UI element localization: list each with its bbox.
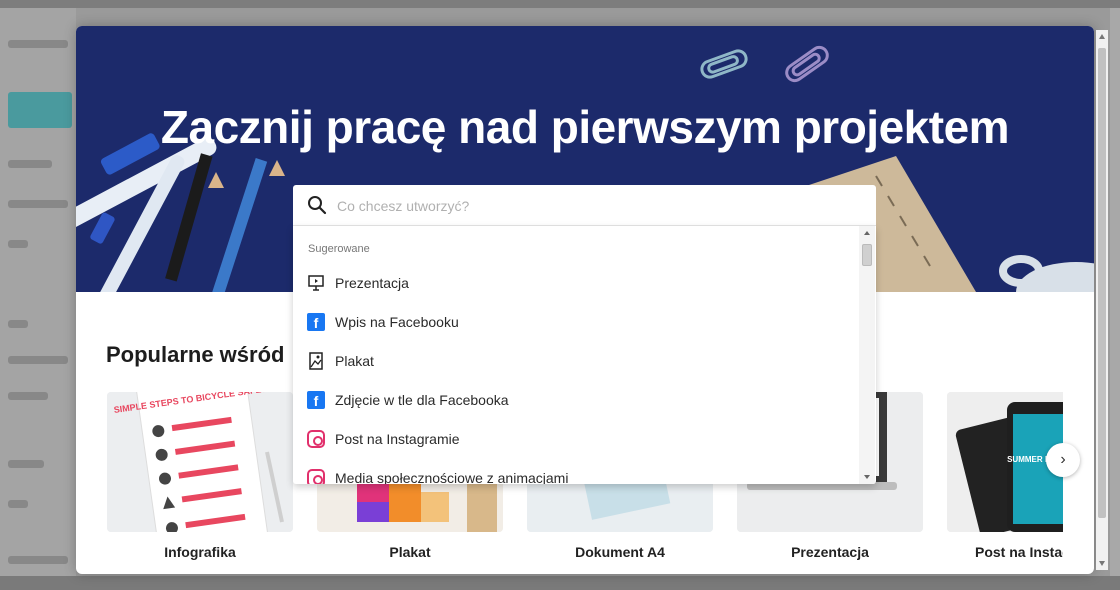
suggestion-item-animated-social[interactable]: Media społecznościowe z animacjami (293, 461, 858, 484)
instagram-icon (307, 430, 325, 448)
background-blur-line (8, 160, 52, 168)
presentation-icon (308, 275, 324, 291)
infographic-thumbnail: SIMPLE STEPS TO BICYCLE SAFETY (107, 392, 293, 532)
background-blur-line (8, 556, 68, 564)
background-blur-line (8, 320, 28, 328)
instagram-icon (307, 469, 325, 484)
scroll-down-arrow-icon[interactable] (864, 475, 870, 479)
background-button (8, 92, 72, 128)
card-label: Plakat (389, 544, 431, 560)
popular-section-title: Popularne wśród (106, 342, 285, 367)
suggestion-item-facebook-cover[interactable]: f Zdjęcie w tle dla Facebooka (293, 383, 858, 419)
search-icon (308, 196, 327, 215)
background-blur-line (8, 356, 68, 364)
search-box[interactable] (293, 185, 876, 226)
background-blur-line (8, 200, 68, 208)
background-right-edge (1110, 8, 1120, 590)
card-label: Prezentacja (791, 544, 869, 560)
background-topbar (0, 0, 1120, 8)
facebook-icon: f (307, 313, 325, 331)
suggestion-item-instagram-post[interactable]: Post na Instagramie (293, 422, 858, 458)
suggestions-heading: Sugerowane (308, 243, 370, 255)
facebook-icon: f (307, 391, 325, 409)
hero-title: Zacznij pracę nad pierwszym projektem (160, 101, 1010, 153)
card-label: Dokument A4 (575, 544, 665, 560)
card-label: Post na Instagramie (975, 544, 1063, 560)
modal-scrollbar-thumb[interactable] (1098, 48, 1106, 518)
suggestion-label: Plakat (335, 353, 374, 369)
scroll-up-arrow-icon[interactable] (864, 231, 870, 235)
dropdown-scrollbar[interactable] (859, 226, 875, 484)
background-blur-line (8, 392, 48, 400)
carousel-next-button[interactable]: › (1046, 443, 1080, 477)
suggestions-dropdown: Sugerowane Prezentacja f Wpis na Faceboo… (293, 226, 876, 484)
template-card-instagram-post[interactable]: SUMMER IS HERE Post na Instagramie (947, 392, 1063, 560)
chevron-right-icon: › (1060, 451, 1066, 468)
suggestion-item-facebook-post[interactable]: f Wpis na Facebooku (293, 305, 858, 341)
dropdown-scrollbar-thumb[interactable] (862, 244, 872, 266)
scroll-up-arrow-icon[interactable] (1099, 34, 1105, 39)
scroll-down-arrow-icon[interactable] (1099, 561, 1105, 566)
modal-scrollbar[interactable] (1096, 30, 1108, 570)
background-blur-line (8, 500, 28, 508)
suggestion-item-presentation[interactable]: Prezentacja (293, 266, 858, 302)
search-input[interactable] (335, 193, 859, 219)
suggestion-item-poster[interactable]: Plakat (293, 344, 858, 380)
template-card-infographic[interactable]: SIMPLE STEPS TO BICYCLE SAFETY Infografi… (107, 392, 293, 560)
suggestion-label: Prezentacja (335, 275, 409, 291)
background-blur-line (8, 40, 68, 48)
suggestion-label: Post na Instagramie (335, 431, 460, 447)
poster-icon (309, 352, 323, 370)
card-label: Infografika (164, 544, 236, 560)
suggestion-label: Wpis na Facebooku (335, 314, 459, 330)
background-blur-line (8, 460, 44, 468)
background-blur-line (8, 240, 28, 248)
background-bottom-edge (0, 576, 1120, 590)
suggestion-label: Media społecznościowe z animacjami (335, 470, 569, 484)
suggestion-label: Zdjęcie w tle dla Facebooka (335, 392, 509, 408)
